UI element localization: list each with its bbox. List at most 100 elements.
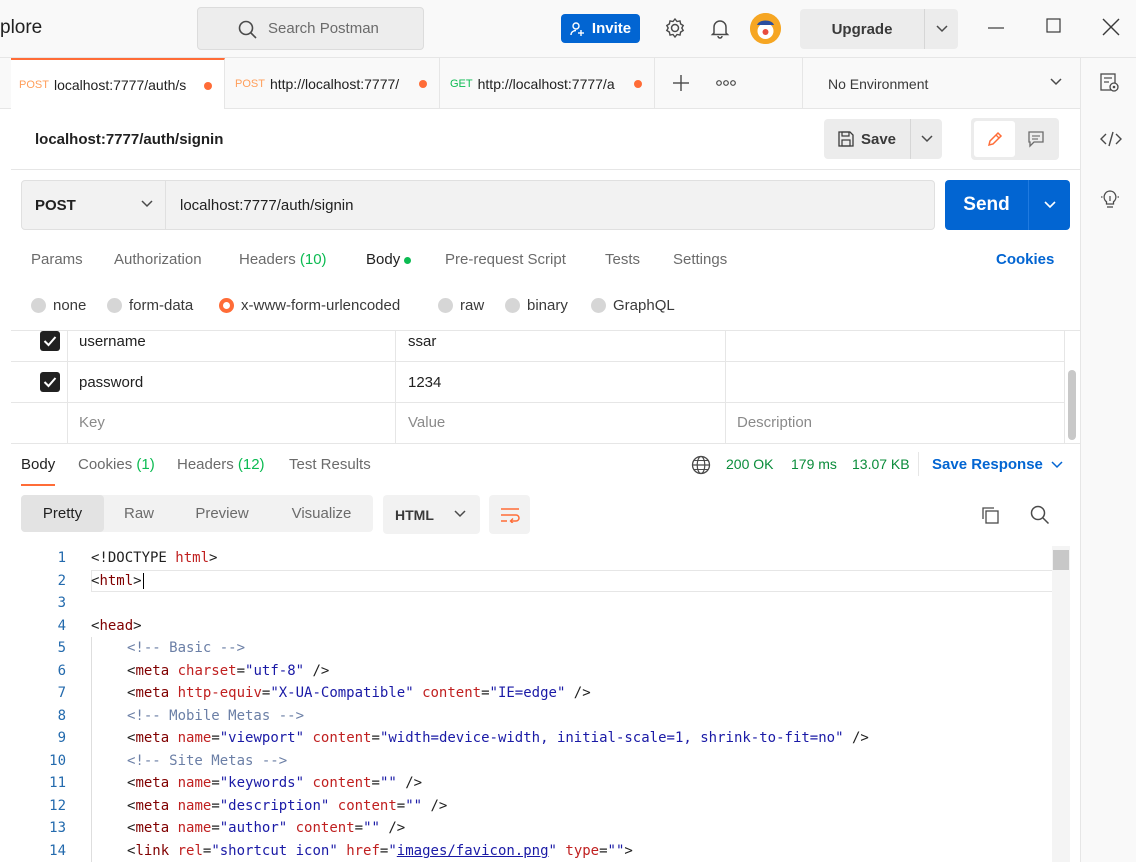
request-tab[interactable]: POST localhost:7777/auth/s	[11, 58, 225, 109]
radio-binary[interactable]: binary	[505, 297, 568, 314]
edit-mode-button[interactable]	[974, 121, 1015, 157]
radio-circle	[438, 298, 453, 313]
invite-button[interactable]: Invite	[561, 14, 640, 43]
param-value[interactable]: ssar	[408, 321, 436, 362]
view-pretty[interactable]: Pretty	[21, 495, 104, 532]
tab-authorization[interactable]: Authorization	[114, 251, 202, 268]
scrollbar-thumb[interactable]	[1053, 550, 1069, 570]
send-button[interactable]: Send	[945, 180, 1070, 230]
response-tab-headers-count: (12)	[237, 456, 265, 473]
chevron-down-icon	[935, 25, 948, 33]
close-icon[interactable]	[1102, 18, 1120, 36]
line-number: 4	[57, 618, 66, 634]
radio-raw[interactable]: raw	[438, 297, 484, 314]
add-user-icon	[570, 21, 584, 36]
upgrade-dropdown[interactable]	[924, 9, 958, 49]
code-line: <meta name="keywords" content="" />	[127, 775, 423, 791]
line-number: 10	[49, 753, 66, 769]
code-scrollbar[interactable]	[1052, 546, 1070, 862]
radio-none[interactable]: none	[31, 297, 86, 314]
code-icon[interactable]	[1100, 130, 1122, 148]
tab-settings[interactable]: Settings	[673, 251, 727, 268]
radio-circle	[107, 298, 122, 313]
environment-selector[interactable]: No Environment	[802, 58, 1080, 109]
column-divider	[67, 331, 68, 443]
view-preview[interactable]: Preview	[174, 495, 270, 532]
search-bar[interactable]: Search Postman	[197, 7, 424, 50]
search-icon[interactable]	[1030, 505, 1050, 525]
method-selector[interactable]: POST	[22, 181, 166, 229]
upgrade-button[interactable]: Upgrade	[800, 9, 958, 49]
param-value[interactable]: 1234	[408, 362, 441, 403]
avatar[interactable]	[750, 13, 781, 44]
save-button[interactable]: Save	[824, 119, 942, 159]
radio-graphql[interactable]: GraphQL	[591, 297, 675, 314]
radio-circle	[505, 298, 520, 313]
row-checkbox[interactable]	[40, 372, 60, 392]
line-number: 13	[49, 820, 66, 836]
save-dropdown[interactable]	[910, 119, 942, 159]
radio-form-data[interactable]: form-data	[107, 297, 193, 314]
lightbulb-icon[interactable]	[1100, 188, 1120, 210]
response-tab-headers[interactable]: Headers (12)	[177, 456, 265, 473]
code-line: <meta name="author" content="" />	[127, 820, 406, 836]
radio-urlencoded[interactable]: x-www-form-urlencoded	[219, 297, 400, 314]
code-line: <head>	[91, 618, 142, 634]
maximize-icon[interactable]	[1046, 18, 1062, 34]
environment-quick-look-icon[interactable]	[1100, 73, 1120, 93]
tab-body[interactable]: Body	[366, 251, 412, 268]
tab-headers[interactable]: Headers (10)	[239, 251, 327, 268]
save-response-button[interactable]: Save Response	[932, 456, 1063, 473]
table-row: username ssar	[11, 321, 1065, 362]
format-selector[interactable]: HTML	[383, 495, 480, 534]
indent-guide	[91, 637, 92, 862]
value-input[interactable]: Value	[408, 402, 445, 443]
globe-icon[interactable]	[691, 455, 711, 475]
wrap-lines-button[interactable]	[489, 495, 530, 534]
params-scrollbar[interactable]	[1068, 370, 1076, 440]
url-input[interactable]: localhost:7777/auth/signin	[166, 181, 353, 229]
request-tab[interactable]: GET http://localhost:7777/a	[442, 58, 655, 109]
tab-prerequest-script[interactable]: Pre-request Script	[445, 251, 566, 268]
cookies-link[interactable]: Cookies	[996, 251, 1054, 268]
comments-button[interactable]	[1015, 121, 1056, 157]
bell-icon[interactable]	[709, 17, 731, 39]
copy-icon[interactable]	[980, 505, 1000, 525]
param-key[interactable]: username	[79, 321, 146, 362]
line-number: 8	[57, 708, 66, 724]
row-checkbox[interactable]	[40, 331, 60, 351]
response-time[interactable]: 179 ms	[791, 456, 837, 472]
unsaved-dot	[204, 82, 212, 90]
save-response-label: Save Response	[932, 456, 1043, 473]
view-raw[interactable]: Raw	[104, 495, 174, 532]
response-tab-test-results[interactable]: Test Results	[289, 456, 371, 473]
title-bar: plore Search Postman Invite Upgrade	[0, 0, 1136, 58]
tab-tests[interactable]: Tests	[605, 251, 640, 268]
check-icon	[43, 377, 57, 388]
divider	[918, 452, 919, 476]
request-title[interactable]: localhost:7777/auth/signin	[35, 131, 223, 148]
code-line: <html>	[91, 573, 144, 589]
param-key[interactable]: password	[79, 362, 143, 403]
send-dropdown[interactable]	[1028, 180, 1070, 230]
environment-label: No Environment	[828, 75, 929, 92]
gear-icon[interactable]	[664, 17, 686, 39]
radio-label: raw	[460, 297, 485, 314]
save-icon	[838, 131, 854, 147]
description-input[interactable]: Description	[737, 402, 812, 443]
key-input[interactable]: Key	[79, 402, 105, 443]
plus-icon[interactable]	[672, 74, 690, 92]
upgrade-label: Upgrade	[831, 20, 893, 38]
response-tab-cookies[interactable]: Cookies (1)	[78, 456, 155, 473]
tab-params[interactable]: Params	[31, 251, 83, 268]
current-line-highlight	[91, 570, 1069, 592]
request-tab[interactable]: POST http://localhost:7777/	[227, 58, 440, 109]
more-icon[interactable]	[716, 79, 736, 87]
response-code-editor[interactable]: 1 2 3 4 5 6 7 8 9 10 11 12 13 14 <!DOCTY…	[11, 546, 1069, 862]
status-code[interactable]: 200 OK	[726, 456, 773, 472]
minimize-icon[interactable]	[987, 18, 1005, 36]
response-size[interactable]: 13.07 KB	[852, 456, 910, 472]
response-tab-body[interactable]: Body	[21, 456, 56, 486]
line-number: 14	[49, 843, 66, 859]
view-visualize[interactable]: Visualize	[270, 495, 373, 532]
